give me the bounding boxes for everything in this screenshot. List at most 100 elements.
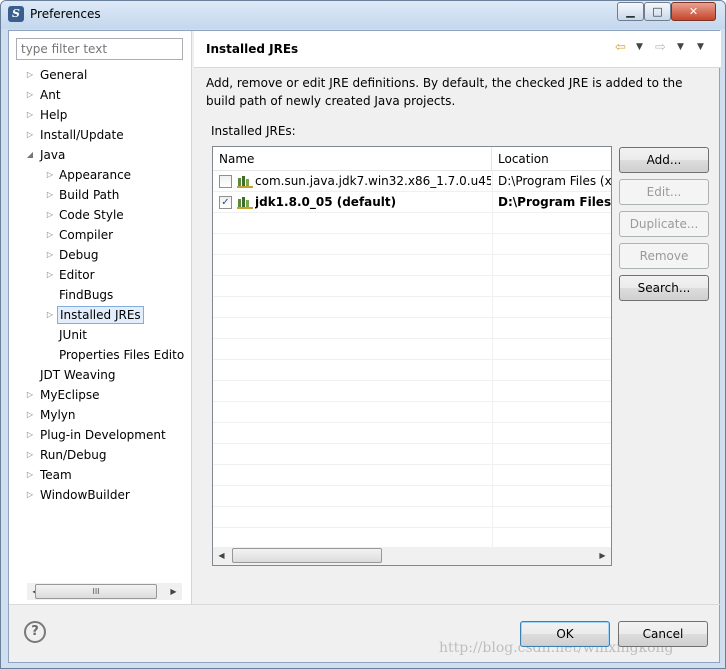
eclipse-app-icon: S [8,6,24,22]
page-header: Installed JREs ⇦ ▼ ⇨ ▼ ▼ [194,31,721,68]
column-header-location[interactable]: Location [492,147,611,171]
expand-arrow-icon[interactable]: ▷ [25,485,35,505]
remove-button[interactable]: Remove [619,243,709,269]
expand-arrow-icon[interactable]: ▷ [45,245,55,265]
preference-tree-pane: ▷ General ▷ Ant ▷ Help ▷ Install/Update ◢ Java ▷ Ap… [9,31,192,604]
table-row [213,402,611,423]
table-row [213,234,611,255]
sidebar-item[interactable]: ▷ General [9,65,192,85]
table-row [213,213,611,234]
sidebar-item[interactable]: ▷ WindowBuilder [9,485,192,505]
sidebar-item[interactable]: ▷ Build Path [9,185,192,205]
expand-arrow-icon[interactable]: ▷ [45,225,55,245]
sidebar-item-label: Properties Files Edito [59,348,185,362]
sidebar-item[interactable]: JDT Weaving [9,365,192,385]
sidebar-item[interactable]: ▷ Ant [9,85,192,105]
sidebar-item-label: Editor [59,268,95,282]
sidebar-item[interactable]: ▷ Code Style [9,205,192,225]
sidebar-item[interactable]: ▷ Editor [9,265,192,285]
forward-history-chevron-icon[interactable]: ▼ [677,42,684,52]
table-row [213,486,611,507]
sidebar-item[interactable]: ▷ Run/Debug [9,445,192,465]
window-title: Preferences [30,7,101,21]
duplicate-button[interactable]: Duplicate... [619,211,709,237]
close-button[interactable]: ✕ [671,2,716,21]
sidebar-item-label: Appearance [59,168,132,182]
sidebar-item-label: Compiler [59,228,114,242]
cancel-button[interactable]: Cancel [618,621,708,647]
sidebar-item[interactable]: FindBugs [9,285,192,305]
expand-arrow-icon[interactable]: ▷ [25,105,35,125]
sidebar-item-label: JDT Weaving [40,368,116,382]
forward-arrow-icon[interactable]: ⇨ [655,40,666,55]
expand-arrow-icon[interactable]: ▷ [25,385,35,405]
expand-arrow-icon[interactable]: ▷ [25,405,35,425]
expand-arrow-icon[interactable]: ▷ [25,425,35,445]
expand-arrow-icon[interactable]: ▷ [25,125,35,145]
maximize-button[interactable]: □ [644,2,671,21]
table-row [213,318,611,339]
expand-arrow-icon[interactable]: ▷ [45,165,55,185]
jre-checkbox[interactable] [219,175,232,188]
sidebar-item-label: Mylyn [40,408,76,422]
sidebar-item[interactable]: ▷ Plug-in Development [9,425,192,445]
expand-arrow-icon[interactable]: ▷ [45,185,55,205]
sidebar-item[interactable]: JUnit [9,325,192,345]
jre-checkbox[interactable]: ✓ [219,196,232,209]
ok-button[interactable]: OK [520,621,610,647]
jre-library-icon [237,176,253,188]
view-menu-icon[interactable]: ▼ [697,42,704,52]
title-bar[interactable]: S Preferences ▁ □ ✕ [1,1,725,29]
help-icon[interactable]: ? [24,621,46,643]
expand-arrow-icon[interactable]: ▷ [45,305,55,325]
jre-library-icon [237,197,253,209]
table-row [213,465,611,486]
sidebar-item-label: Help [40,108,68,122]
jre-location: D:\Program Files (x8 [498,174,611,188]
sidebar-item[interactable]: ▷ Install/Update [9,125,192,145]
column-header-name[interactable]: Name [213,147,492,171]
expand-arrow-icon[interactable]: ▷ [45,265,55,285]
jre-name: com.sun.java.jdk7.win32.x86_1.7.0.u45 [255,174,491,188]
expand-arrow-icon[interactable]: ▷ [25,465,35,485]
expand-arrow-icon[interactable]: ▷ [25,445,35,465]
sidebar-item[interactable]: ▷ Installed JREs [9,305,192,325]
sidebar-item[interactable]: ▷ Appearance [9,165,192,185]
expand-arrow-icon[interactable]: ▷ [25,85,35,105]
sidebar-item[interactable]: ◢ Java [9,145,192,165]
minimize-button[interactable]: ▁ [617,2,644,21]
table-row [213,528,611,547]
tree-horizontal-scrollbar[interactable]: ◀ III ▶ [27,583,182,600]
sidebar-item-label: Run/Debug [40,448,107,462]
table-row[interactable]: com.sun.java.jdk7.win32.x86_1.7.0.u45 D:\… [213,171,611,192]
jre-name: jdk1.8.0_05 (default) [255,195,397,209]
scroll-left-icon[interactable]: ◀ [213,547,230,564]
back-arrow-icon[interactable]: ⇦ [615,40,626,55]
filter-input[interactable] [16,38,183,60]
sidebar-item[interactable]: ▷ Help [9,105,192,125]
sidebar-item[interactable]: ▷ Debug [9,245,192,265]
back-history-chevron-icon[interactable]: ▼ [636,42,643,52]
sidebar-item-label: Plug-in Development [40,428,166,442]
table-row[interactable]: ✓ jdk1.8.0_05 (default) D:\Program Files\J… [213,192,611,213]
tree-scroll-thumb[interactable]: III [35,584,157,599]
scroll-right-icon[interactable]: ▶ [165,583,182,600]
sidebar-item[interactable]: ▷ Compiler [9,225,192,245]
sidebar-item[interactable]: Properties Files Edito [9,345,192,365]
table-scroll-thumb[interactable] [232,548,382,563]
expand-arrow-icon[interactable]: ▷ [45,205,55,225]
edit-button[interactable]: Edit... [619,179,709,205]
add-button[interactable]: Add... [619,147,709,173]
search-button[interactable]: Search... [619,275,709,301]
jre-table[interactable]: Name Location com.sun.java.jdk7.win32.x8… [212,146,612,566]
sidebar-item-label: WindowBuilder [40,488,130,502]
sidebar-item-label: FindBugs [59,288,114,302]
expand-arrow-icon[interactable]: ▷ [25,65,35,85]
table-row [213,255,611,276]
table-horizontal-scrollbar[interactable]: ◀ ▶ [213,547,611,565]
sidebar-item[interactable]: ▷ Mylyn [9,405,192,425]
expand-arrow-icon[interactable]: ◢ [25,145,35,165]
sidebar-item[interactable]: ▷ Team [9,465,192,485]
scroll-right-icon[interactable]: ▶ [594,547,611,564]
sidebar-item[interactable]: ▷ MyEclipse [9,385,192,405]
